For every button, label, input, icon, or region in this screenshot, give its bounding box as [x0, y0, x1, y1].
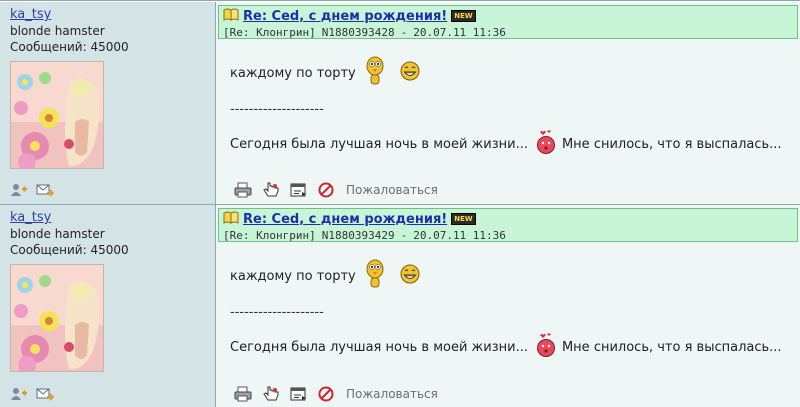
open-book-icon: [223, 8, 239, 24]
chick-smiley-icon: [364, 56, 386, 90]
meta-dash: -: [400, 229, 408, 242]
post-actions: Пожаловаться: [234, 386, 438, 402]
message-line: Мне снилось, что я выспалась...: [561, 136, 782, 152]
envelope-arrow-icon[interactable]: [36, 386, 55, 402]
forum-post: ka_tsy blonde hamster Сообщений: 45000 R…: [0, 204, 800, 407]
complain-link[interactable]: Пожаловаться: [346, 183, 438, 197]
add-user-icon[interactable]: [10, 386, 28, 402]
post-header: Re: Ced, с днем рождения! NEW [Re: Клонг…: [218, 208, 798, 242]
message-line: Мне снилось, что я выспалась...: [561, 339, 782, 355]
reply-window-icon[interactable]: [290, 386, 308, 402]
post-body: каждому по торту -------------------- Се…: [230, 56, 800, 159]
grin-smiley-icon: [400, 264, 420, 288]
chick-smiley-icon: [364, 259, 386, 293]
reply-window-icon[interactable]: [290, 182, 308, 198]
reply-to: [Re: Клонгрин]: [223, 26, 316, 39]
post-meta: [Re: Клонгрин] N1880393428-20.07.11 11:36: [223, 26, 797, 39]
no-entry-icon[interactable]: [318, 182, 336, 198]
grin-smiley-icon: [400, 61, 420, 85]
user-tools: [10, 386, 55, 402]
message-count-label: Сообщений:: [10, 40, 87, 54]
message-count-value: 45000: [90, 243, 129, 257]
post-title-link[interactable]: Re: Ced, с днем рождения!: [243, 212, 447, 227]
user-status: blonde hamster: [10, 227, 105, 241]
separator-line: --------------------: [230, 305, 324, 320]
author-link[interactable]: ka_tsy: [10, 209, 215, 226]
post-datetime: 20.07.11 11:36: [413, 229, 506, 242]
complain-link[interactable]: Пожаловаться: [346, 387, 438, 401]
message-line: каждому по торту: [230, 65, 356, 81]
avatar: [10, 61, 104, 169]
post-body: каждому по торту -------------------- Се…: [230, 259, 800, 362]
post-datetime: 20.07.11 11:36: [413, 26, 506, 39]
envelope-arrow-icon[interactable]: [36, 182, 55, 198]
forum-thread: ka_tsy blonde hamster Сообщений: 45000 R…: [0, 0, 800, 407]
message-count: Сообщений: 45000: [10, 39, 215, 55]
post-id: N1880393429: [321, 229, 395, 242]
printer-icon[interactable]: [234, 182, 252, 198]
kiss-smiley-icon: [536, 129, 556, 159]
post-title-link[interactable]: Re: Ced, с днем рождения!: [243, 9, 447, 24]
message-line: Сегодня была лучшая ночь в моей жизни...: [230, 136, 528, 152]
hand-pointer-icon[interactable]: [262, 182, 280, 198]
post-header: Re: Ced, с днем рождения! NEW [Re: Клонг…: [218, 5, 798, 39]
post-actions: Пожаловаться: [234, 182, 438, 198]
user-status: blonde hamster: [10, 24, 105, 38]
message-count: Сообщений: 45000: [10, 242, 215, 258]
forum-post: ka_tsy blonde hamster Сообщений: 45000 R…: [0, 2, 800, 204]
kiss-smiley-icon: [536, 332, 556, 362]
open-book-icon: [223, 211, 239, 227]
message-count-value: 45000: [90, 40, 129, 54]
author-link[interactable]: ka_tsy: [10, 6, 215, 23]
avatar: [10, 264, 104, 372]
message-line: Сегодня была лучшая ночь в моей жизни...: [230, 339, 528, 355]
post-id: N1880393428: [321, 26, 395, 39]
separator-line: --------------------: [230, 102, 324, 117]
message-count-label: Сообщений:: [10, 243, 87, 257]
add-user-icon[interactable]: [10, 182, 28, 198]
meta-dash: -: [400, 26, 408, 39]
no-entry-icon[interactable]: [318, 386, 336, 402]
user-panel: ka_tsy blonde hamster Сообщений: 45000: [0, 205, 216, 407]
new-badge: NEW: [451, 10, 476, 22]
message-line: каждому по торту: [230, 268, 356, 284]
post-meta: [Re: Клонгрин] N1880393429-20.07.11 11:36: [223, 229, 797, 242]
reply-to: [Re: Клонгрин]: [223, 229, 316, 242]
user-tools: [10, 182, 55, 198]
post-content: Re: Ced, с днем рождения! NEW [Re: Клонг…: [216, 2, 800, 204]
printer-icon[interactable]: [234, 386, 252, 402]
post-content: Re: Ced, с днем рождения! NEW [Re: Клонг…: [216, 205, 800, 407]
new-badge: NEW: [451, 213, 476, 225]
hand-pointer-icon[interactable]: [262, 386, 280, 402]
user-panel: ka_tsy blonde hamster Сообщений: 45000: [0, 2, 216, 204]
